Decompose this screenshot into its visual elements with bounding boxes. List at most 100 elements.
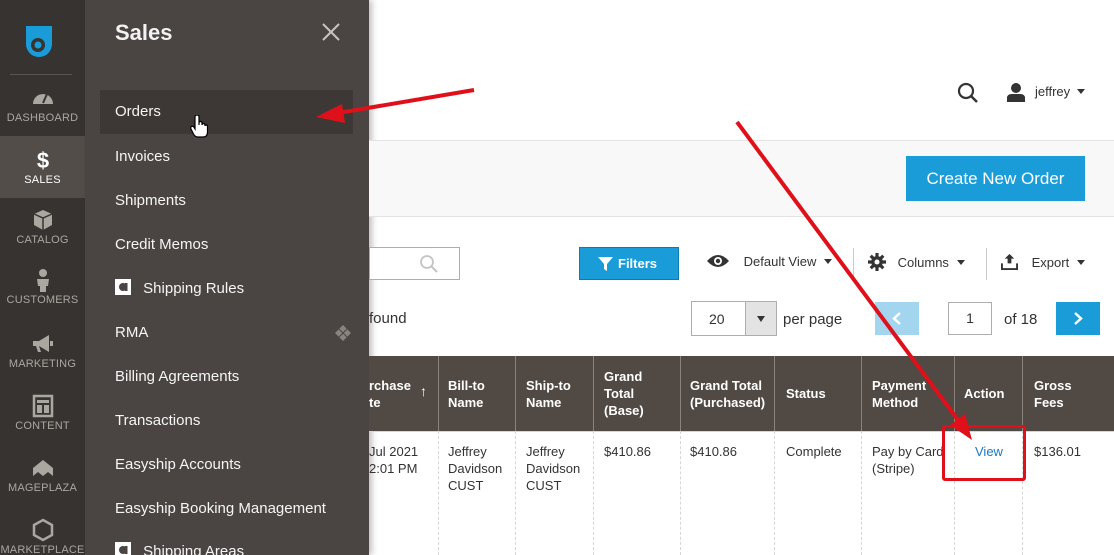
submenu-item-billing-agreements[interactable]: Billing Agreements xyxy=(100,355,353,399)
logo-icon[interactable] xyxy=(22,22,56,58)
layout-icon xyxy=(32,394,53,418)
user-icon[interactable] xyxy=(1006,82,1026,102)
submenu-item-shipping-rules[interactable]: Shipping Rules xyxy=(100,267,353,311)
admin-page: DASHBOARD $ SALES CATALOG CUSTOMERS MARK… xyxy=(0,0,1114,555)
filters-button[interactable]: Filters xyxy=(579,247,679,280)
export-dropdown[interactable]: Export xyxy=(1001,253,1086,270)
column-header-grand-total-base[interactable]: Grand Total (Base) xyxy=(604,356,674,431)
column-divider xyxy=(954,356,955,431)
nav-item-mageplaza[interactable]: MAGEPLAZA xyxy=(0,456,85,518)
column-header-purchase-date[interactable]: rchase te xyxy=(369,356,425,431)
chevron-down-icon xyxy=(956,260,965,265)
column-header-ship-to-name[interactable]: Ship-to Name xyxy=(526,356,588,431)
view-link-highlight-box xyxy=(942,425,1026,481)
cell-divider xyxy=(593,431,594,555)
chevron-down-icon xyxy=(824,259,833,264)
column-header-label: Status xyxy=(786,386,826,401)
toolbar-divider xyxy=(986,248,987,280)
eye-icon xyxy=(707,255,729,267)
submenu-item-easyship-booking[interactable]: Easyship Booking Management xyxy=(100,487,353,531)
megaphone-icon xyxy=(32,335,53,352)
nav-label: CATALOG xyxy=(16,234,69,246)
toolbar-divider xyxy=(853,248,854,280)
submenu-item-shipping-areas[interactable]: Shipping Areas xyxy=(100,530,353,555)
cell-payment-method: Pay by Card (Stripe) xyxy=(872,444,944,476)
column-header-grand-total-purchased[interactable]: Grand Total (Purchased) xyxy=(690,356,772,431)
per-page-toggle-button[interactable] xyxy=(745,302,776,335)
column-divider xyxy=(515,356,516,431)
column-divider xyxy=(438,356,439,431)
next-page-button[interactable] xyxy=(1056,302,1100,335)
column-header-status[interactable]: Status xyxy=(786,356,856,431)
export-label: Export xyxy=(1031,255,1070,270)
chevron-down-icon xyxy=(1077,260,1086,265)
cell-grand-total-base: $410.86 xyxy=(604,444,651,459)
nav-item-content[interactable]: CONTENT xyxy=(0,394,85,456)
nav-item-marketing[interactable]: MARKETING xyxy=(0,332,85,394)
previous-page-button[interactable] xyxy=(875,302,919,335)
column-header-label: Ship-to Name xyxy=(526,377,571,410)
keyword-search-input[interactable] xyxy=(369,247,460,280)
search-icon[interactable] xyxy=(957,82,979,104)
svg-text:$: $ xyxy=(36,148,48,172)
submenu-label: Transactions xyxy=(115,412,201,429)
nav-item-customers[interactable]: CUSTOMERS xyxy=(0,268,85,330)
hexagon-icon xyxy=(32,518,53,542)
submenu-item-shipments[interactable]: Shipments xyxy=(100,179,353,223)
per-page-label: per page xyxy=(783,311,843,328)
create-new-order-button[interactable]: Create New Order xyxy=(906,156,1085,201)
cell-divider xyxy=(438,431,439,555)
submenu-item-invoices[interactable]: Invoices xyxy=(100,135,353,179)
column-header-label: Bill-to Name xyxy=(448,377,485,410)
cell-divider xyxy=(861,431,862,555)
submenu-label: Easyship Booking Management xyxy=(115,500,326,517)
cell-purchase-date: Jul 2021 2:01 PM xyxy=(369,444,419,476)
submenu-item-easyship-accounts[interactable]: Easyship Accounts xyxy=(100,443,353,487)
default-view-dropdown[interactable]: Default View xyxy=(706,253,833,269)
search-icon[interactable] xyxy=(419,254,439,274)
records-found-text: found xyxy=(369,310,407,327)
close-icon[interactable] xyxy=(321,22,341,42)
submenu-item-transactions[interactable]: Transactions xyxy=(100,399,353,443)
cell-bill-to-name: Jeffrey Davidson CUST xyxy=(448,444,503,493)
cell-ship-to-name: Jeffrey Davidson CUST xyxy=(526,444,581,493)
export-icon xyxy=(1001,253,1018,270)
cell-divider xyxy=(515,431,516,555)
nav-item-marketplace[interactable]: MARKETPLACE xyxy=(0,518,85,555)
box-icon xyxy=(33,210,52,230)
filters-label: Filters xyxy=(618,256,658,271)
column-divider xyxy=(774,356,775,431)
cell-gross-fees: $136.01 xyxy=(1034,444,1081,459)
chevron-down-icon[interactable] xyxy=(1077,89,1085,94)
column-header-bill-to-name[interactable]: Bill-to Name xyxy=(448,356,512,431)
amasty-icon xyxy=(115,279,131,295)
chevron-right-icon xyxy=(1074,312,1083,325)
cell-status: Complete xyxy=(786,444,842,459)
column-divider xyxy=(861,356,862,431)
submenu-label: Billing Agreements xyxy=(115,368,240,385)
submenu-item-credit-memos[interactable]: Credit Memos xyxy=(100,223,353,267)
page-number-input[interactable]: 1 xyxy=(948,302,992,335)
sort-ascending-icon[interactable]: ↑ xyxy=(420,383,427,399)
submenu-label: Shipping Areas xyxy=(143,543,245,555)
submenu-label: Shipments xyxy=(115,192,186,209)
cell-divider xyxy=(680,431,681,555)
column-header-label: rchase te xyxy=(369,377,411,410)
nav-item-catalog[interactable]: CATALOG xyxy=(0,208,85,270)
column-header-payment-method[interactable]: Payment Method xyxy=(872,356,950,431)
gear-icon xyxy=(868,253,886,271)
nav-item-sales[interactable]: $ SALES xyxy=(0,136,85,198)
column-divider xyxy=(593,356,594,431)
columns-dropdown[interactable]: Columns xyxy=(868,253,965,271)
submenu-label: Invoices xyxy=(115,148,171,165)
dashboard-icon xyxy=(32,93,53,104)
submenu-item-rma[interactable]: RMA xyxy=(100,311,353,355)
submenu-label: Shipping Rules xyxy=(143,280,245,297)
nav-label: CONTENT xyxy=(15,420,70,432)
cell-divider xyxy=(774,431,775,555)
submenu-item-orders[interactable]: Orders xyxy=(100,90,353,134)
panel-title: Sales xyxy=(115,20,173,45)
account-username[interactable]: jeffrey xyxy=(1035,84,1070,99)
column-divider xyxy=(1022,356,1023,431)
column-header-gross-fees[interactable]: Gross Fees xyxy=(1034,356,1104,431)
